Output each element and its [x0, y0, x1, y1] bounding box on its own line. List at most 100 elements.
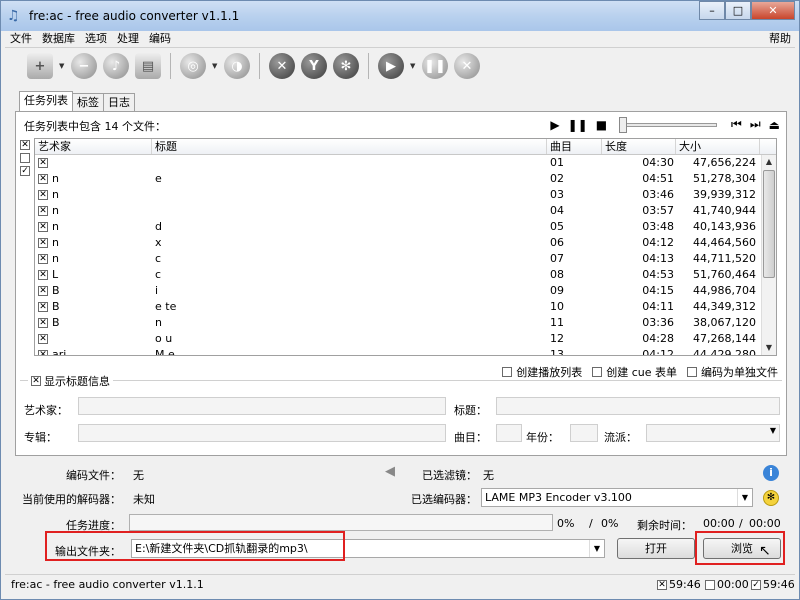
chevron-down-icon[interactable]: ▼: [737, 489, 752, 506]
show-title-info-checkbox[interactable]: ✕: [31, 376, 41, 386]
minimize-button[interactable]: –: [699, 1, 725, 20]
menu-help[interactable]: 帮助: [769, 31, 791, 47]
toolbar-divider: [170, 53, 171, 79]
playback-slider-thumb[interactable]: [619, 116, 628, 133]
close-button[interactable]: ✕: [751, 1, 795, 20]
row-track: 10: [550, 300, 564, 313]
row-checkbox[interactable]: ✕: [38, 222, 48, 232]
table-row[interactable]: ✕ n 04 03:57 41,740,944: [35, 203, 776, 219]
open-folder-button[interactable]: 打开: [617, 538, 695, 559]
table-row[interactable]: ✕ n c 07 04:13 44,711,520: [35, 251, 776, 267]
row-artist: B: [52, 284, 60, 297]
row-checkbox[interactable]: ✕: [38, 350, 48, 355]
scroll-thumb[interactable]: [763, 170, 775, 278]
add-files-dropdown-icon[interactable]: ▼: [59, 62, 65, 70]
row-checkbox[interactable]: ✕: [38, 238, 48, 248]
encoder-config-icon[interactable]: ✻: [763, 490, 779, 506]
clear-list-icon[interactable]: ▤: [135, 53, 161, 79]
add-files-icon[interactable]: +: [27, 53, 53, 79]
table-row[interactable]: ✕ o u 12 04:28 47,268,144: [35, 331, 776, 347]
submit-cddb-icon[interactable]: ◑: [224, 53, 250, 79]
column-track[interactable]: 曲目: [547, 139, 602, 154]
info-icon[interactable]: i: [763, 465, 779, 481]
encoding-dropdown-icon[interactable]: ▼: [410, 62, 416, 70]
row-checkbox[interactable]: ✕: [38, 190, 48, 200]
menu-database[interactable]: 数据库: [37, 31, 80, 47]
start-encoding-icon[interactable]: ▶: [378, 53, 404, 79]
pause-encoding-icon[interactable]: ❚❚: [422, 53, 448, 79]
table-row[interactable]: ✕ Bi 09 04:15 44,986,704: [35, 283, 776, 299]
row-checkbox[interactable]: ✕: [38, 158, 48, 168]
row-checkbox[interactable]: ✕: [38, 318, 48, 328]
play-icon[interactable]: ▶: [550, 118, 559, 132]
row-checkbox[interactable]: ✕: [38, 270, 48, 280]
previous-track-icon[interactable]: ⏮: [731, 117, 742, 132]
table-row[interactable]: ✕ n x 06 04:12 44,464,560: [35, 235, 776, 251]
scroll-up-icon[interactable]: ▲: [762, 155, 776, 169]
row-checkbox[interactable]: ✕: [38, 286, 48, 296]
filter-icon[interactable]: Y: [301, 53, 327, 79]
row-size: 39,939,312: [693, 188, 756, 201]
query-cddb-icon[interactable]: ◎: [180, 53, 206, 79]
filter-config-icon[interactable]: ◀: [385, 464, 395, 479]
invert-selection-checkbox[interactable]: ✓: [20, 166, 30, 176]
status-selected-checkbox-icon: ✕: [657, 580, 667, 590]
create-playlist-option[interactable]: 创建播放列表: [502, 364, 582, 380]
column-size[interactable]: 大小: [676, 139, 760, 154]
menu-options[interactable]: 选项: [80, 31, 112, 47]
row-artist-cell: ✕ n: [35, 219, 152, 235]
row-artist-cell: ✕ B: [35, 315, 152, 331]
cddb-dropdown-icon[interactable]: ▼: [212, 62, 218, 70]
table-row[interactable]: ✕ n d 05 03:48 40,143,936: [35, 219, 776, 235]
create-cue-option[interactable]: 创建 cue 表单: [592, 364, 677, 380]
select-all-checkbox[interactable]: ✕: [20, 140, 30, 150]
pause-icon[interactable]: ❚❚: [568, 118, 588, 132]
menu-file[interactable]: 文件: [5, 31, 37, 47]
row-checkbox[interactable]: ✕: [38, 254, 48, 264]
table-row[interactable]: ✕ ari M e 13 04:12 44,429,280: [35, 347, 776, 356]
select-none-checkbox[interactable]: [20, 153, 30, 163]
column-length[interactable]: 长度: [602, 139, 676, 154]
row-checkbox[interactable]: ✕: [38, 334, 48, 344]
column-title[interactable]: 标题: [152, 139, 547, 154]
playback-slider[interactable]: [619, 116, 718, 133]
menu-bar: 文件 数据库 选项 处理 编码 帮助: [5, 31, 795, 47]
table-row[interactable]: ✕ n e 02 04:51 51,278,304: [35, 171, 776, 187]
row-length: 04:12: [642, 348, 674, 356]
tab-tags[interactable]: 标签: [72, 93, 104, 111]
table-row[interactable]: ✕ 01 04:30 47,656,224: [35, 155, 776, 171]
stop-encoding-icon[interactable]: ✕: [454, 53, 480, 79]
menu-process[interactable]: 处理: [112, 31, 144, 47]
eject-icon[interactable]: ⏏: [769, 118, 780, 132]
table-row[interactable]: ✕ Bn 11 03:36 38,067,120: [35, 315, 776, 331]
row-size: 47,268,144: [693, 332, 756, 345]
table-row[interactable]: ✕ n 03 03:46 39,939,312: [35, 187, 776, 203]
row-checkbox[interactable]: ✕: [38, 174, 48, 184]
create-cue-checkbox[interactable]: [592, 367, 603, 377]
tab-log[interactable]: 日志: [103, 93, 135, 111]
next-track-icon[interactable]: ⏭: [750, 117, 761, 132]
settings-gear-icon[interactable]: ✻: [333, 53, 359, 79]
remove-files-icon[interactable]: −: [71, 53, 97, 79]
table-row[interactable]: ✕ Be te 10 04:11 44,349,312: [35, 299, 776, 315]
encode-single-file-checkbox[interactable]: [687, 367, 697, 377]
chevron-down-icon[interactable]: ▼: [589, 540, 604, 557]
maximize-button[interactable]: □: [725, 1, 751, 20]
row-artist-cell: ✕ n: [35, 235, 152, 251]
column-artist[interactable]: 艺术家: [35, 139, 152, 154]
tools-icon[interactable]: ✕: [269, 53, 295, 79]
row-length: 04:53: [642, 268, 674, 281]
scroll-down-icon[interactable]: ▼: [762, 341, 776, 355]
menu-encode[interactable]: 编码: [144, 31, 176, 47]
stop-icon[interactable]: ■: [596, 118, 607, 132]
create-playlist-checkbox[interactable]: [502, 367, 513, 377]
job-list-scrollbar[interactable]: ▲ ▼: [761, 155, 776, 355]
tab-joblist[interactable]: 任务列表: [19, 91, 73, 111]
encode-single-file-option[interactable]: 编码为单独文件: [687, 364, 778, 380]
encoding-file-value: 无: [133, 469, 144, 482]
cd-info-icon[interactable]: ♪: [103, 53, 129, 79]
row-checkbox[interactable]: ✕: [38, 206, 48, 216]
table-row[interactable]: ✕ Lc 08 04:53 51,760,464: [35, 267, 776, 283]
encoder-select[interactable]: LAME MP3 Encoder v3.100 ▼: [481, 488, 753, 507]
row-checkbox[interactable]: ✕: [38, 302, 48, 312]
